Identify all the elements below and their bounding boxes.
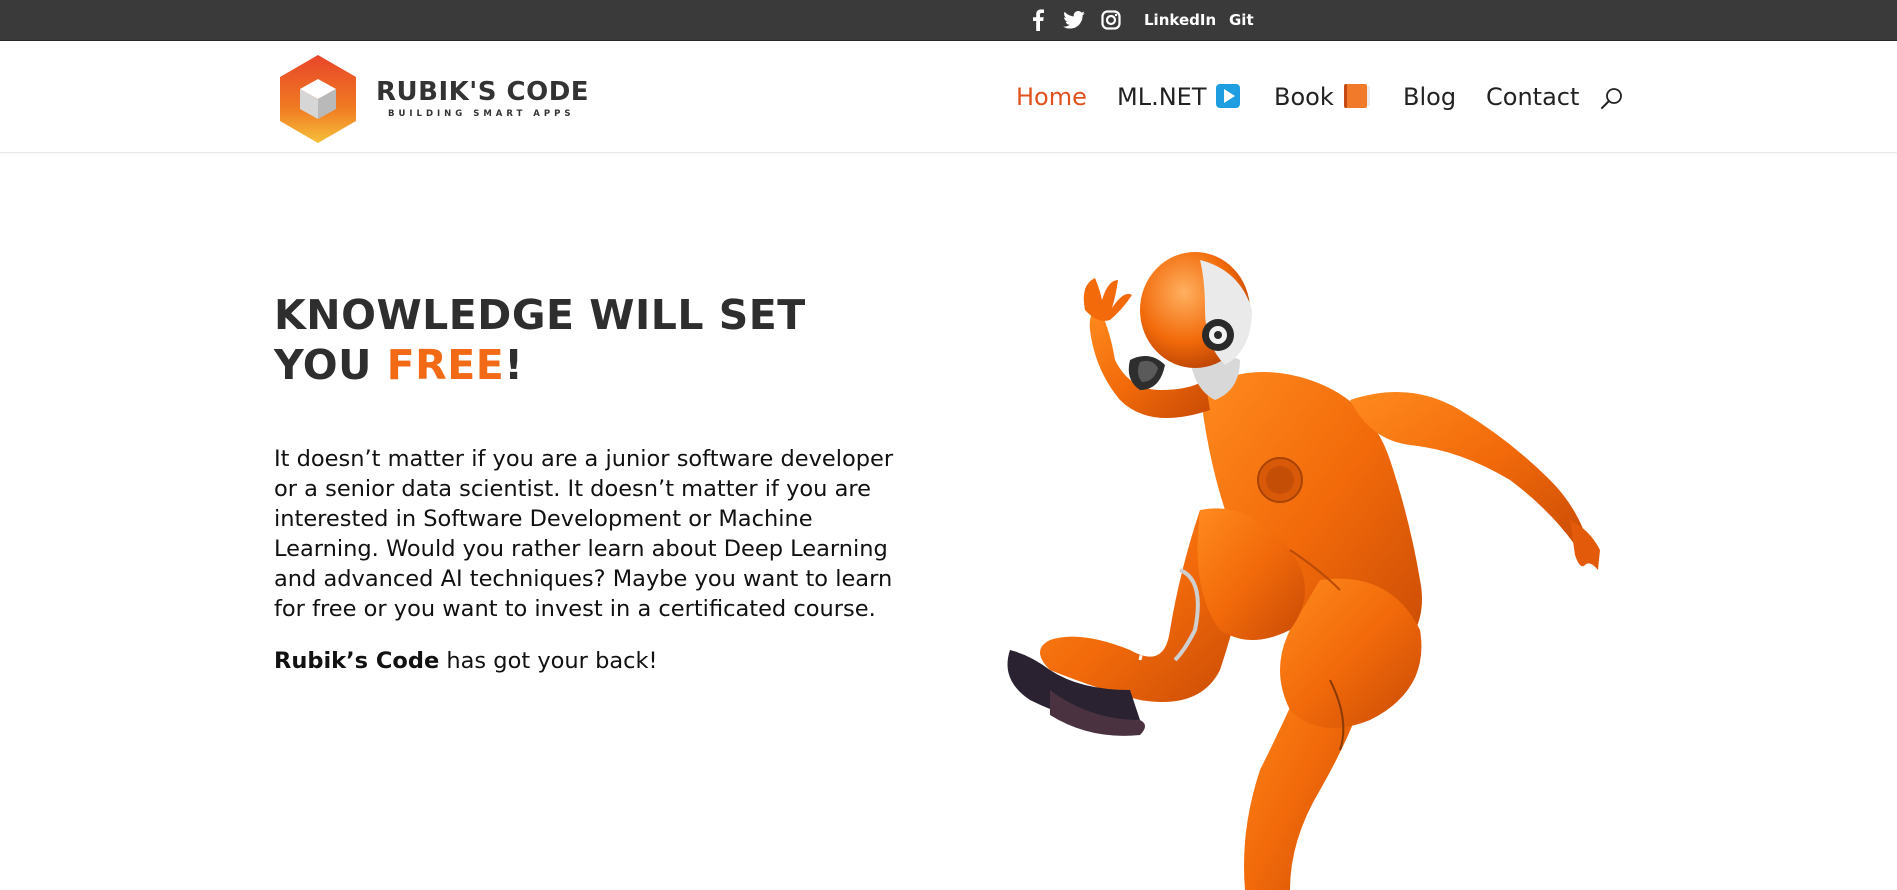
- logo[interactable]: RUBIK'S CODE BUILDING SMART APPS: [276, 53, 596, 145]
- book-icon: [1343, 84, 1370, 108]
- hero-intro: It doesn’t matter if you are a junior so…: [274, 446, 894, 622]
- nav-home-label: Home: [1016, 83, 1087, 111]
- nav-book[interactable]: Book: [1274, 81, 1370, 113]
- search-icon[interactable]: [1600, 87, 1624, 111]
- facebook-icon[interactable]: [1030, 8, 1046, 32]
- topbar-link-linkedin[interactable]: LinkedIn: [1144, 10, 1216, 30]
- hero-headline-text: KNOWLEDGE WILL SET YOU: [274, 291, 806, 389]
- nav-blog[interactable]: Blog: [1403, 81, 1456, 113]
- tagline-brand: Rubik’s Code: [274, 648, 440, 674]
- nav-mlnet[interactable]: ML.NET: [1117, 81, 1241, 113]
- nav-contact[interactable]: Contact: [1486, 81, 1579, 113]
- hero-tagline: Rubik’s Code has got your back!: [274, 646, 914, 676]
- orange-robot-illustration: [1007, 252, 1600, 890]
- nav-book-label: Book: [1274, 83, 1334, 111]
- play-button-icon: [1216, 84, 1241, 108]
- topbar-link-git[interactable]: Git: [1229, 10, 1254, 30]
- nav-home[interactable]: Home: [1016, 81, 1087, 113]
- site-header: RUBIK'S CODE BUILDING SMART APPS Home ML…: [0, 41, 1897, 153]
- logo-title: RUBIK'S CODE: [376, 77, 590, 107]
- top-bar: LinkedIn Git: [0, 0, 1897, 41]
- rubiks-cube-logo-icon: [280, 55, 356, 143]
- hero-headline-end: !: [504, 341, 524, 389]
- nav-mlnet-label: ML.NET: [1117, 83, 1207, 111]
- hero-headline-accent: FREE: [386, 341, 505, 389]
- logo-tagline: BUILDING SMART APPS: [388, 109, 575, 119]
- nav-contact-label: Contact: [1486, 83, 1580, 111]
- instagram-icon[interactable]: [1100, 8, 1122, 32]
- hero-headline: KNOWLEDGE WILL SET YOU FREE!: [274, 290, 894, 390]
- nav-blog-label: Blog: [1403, 83, 1457, 111]
- tagline-rest: has got your back!: [439, 648, 658, 674]
- twitter-icon[interactable]: [1062, 8, 1086, 32]
